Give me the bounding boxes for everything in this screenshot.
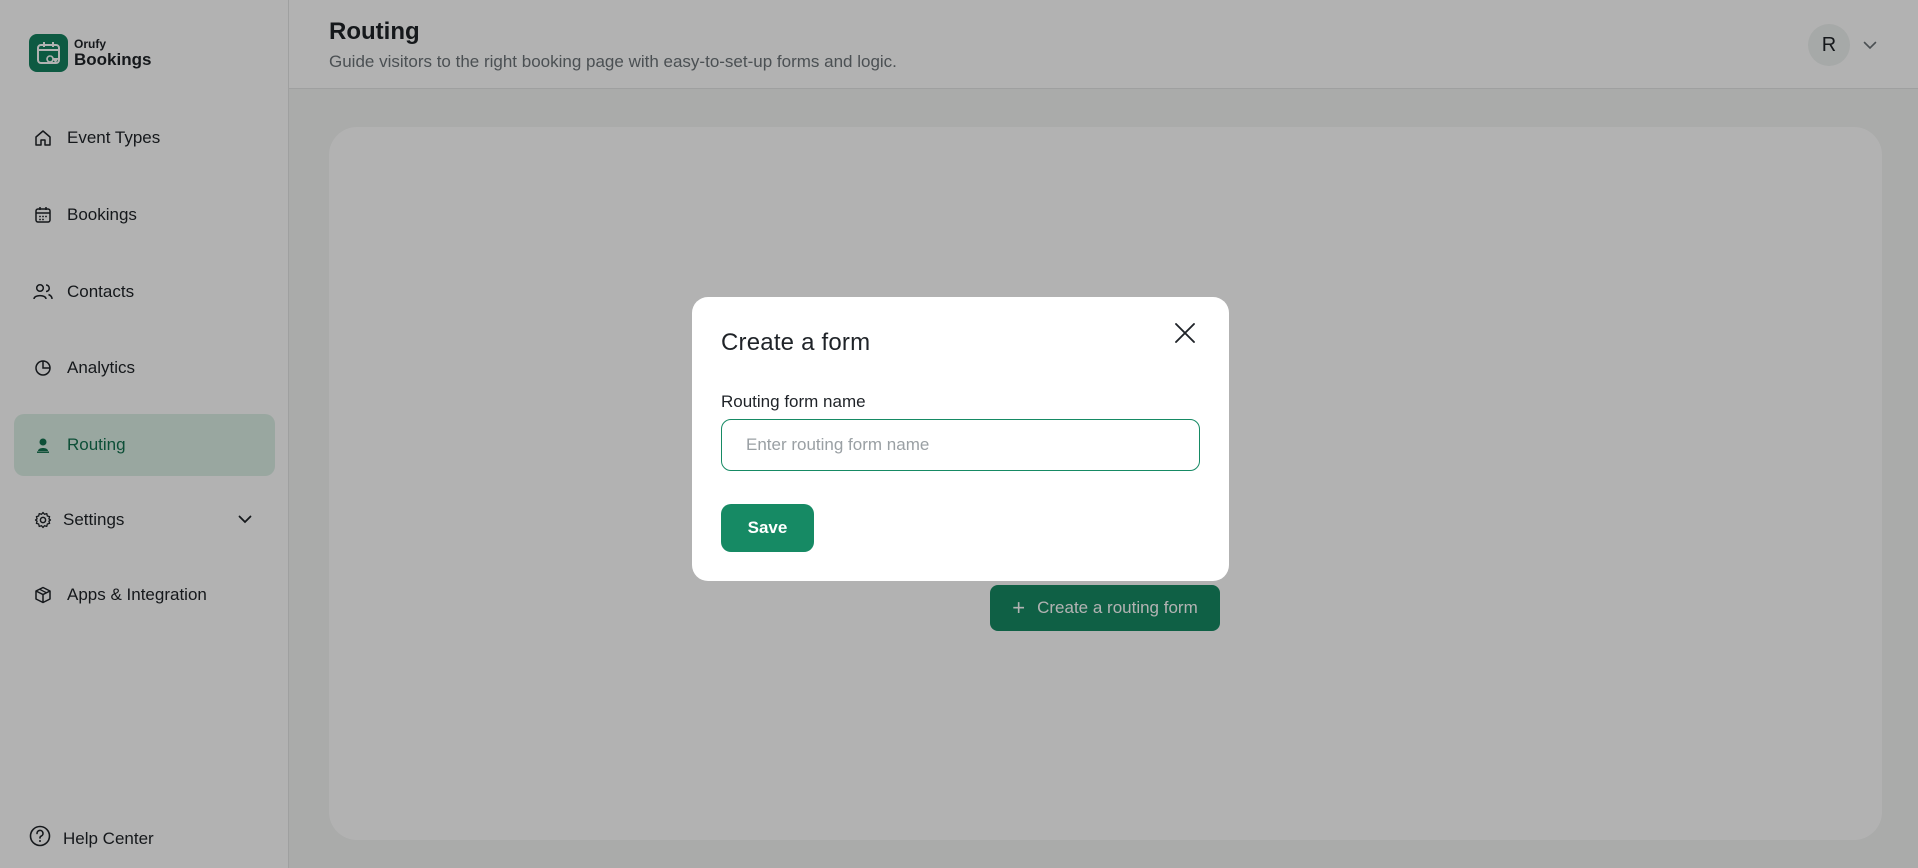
routing-form-name-label: Routing form name — [721, 392, 866, 411]
create-form-dialog: Create a form Routing form name Save — [692, 297, 1229, 581]
routing-form-name-input[interactable] — [721, 419, 1200, 471]
save-button[interactable]: Save — [721, 504, 814, 552]
close-icon[interactable] — [1171, 319, 1199, 347]
dialog-title: Create a form — [721, 329, 871, 356]
